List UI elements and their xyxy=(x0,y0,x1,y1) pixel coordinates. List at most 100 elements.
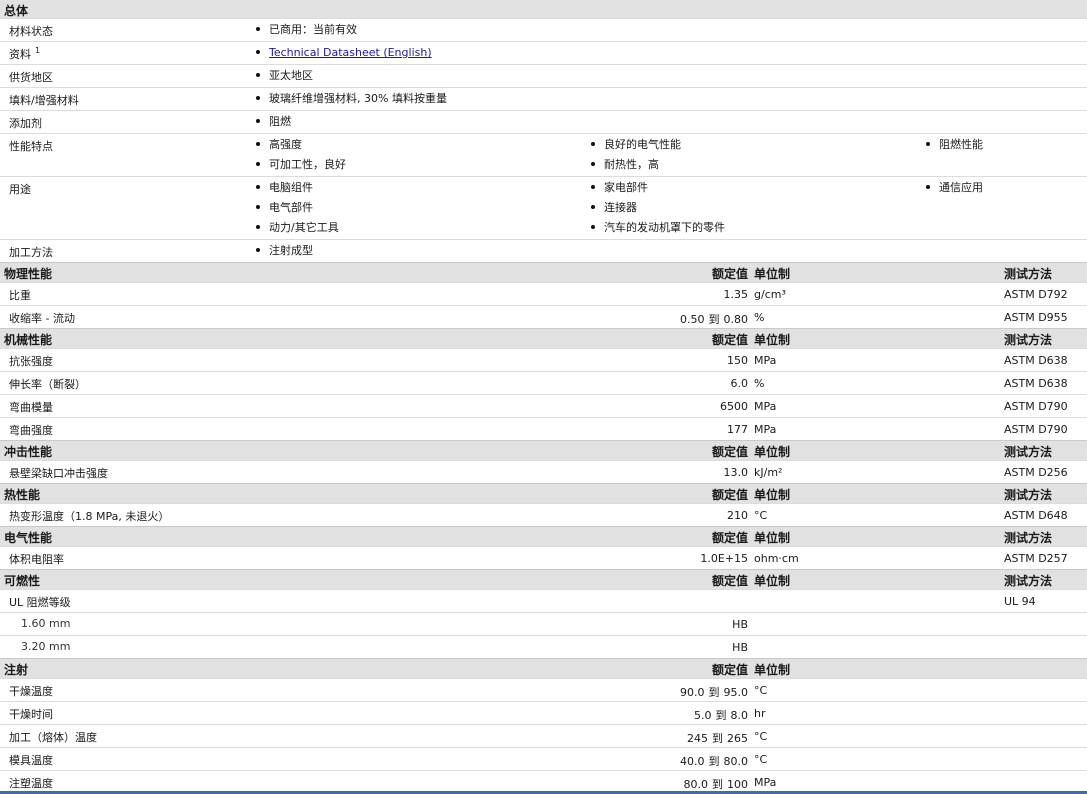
row-label: 供货地区 xyxy=(9,71,53,84)
value-low: 13.0 xyxy=(723,466,749,479)
bullet-text: 通信应用 xyxy=(939,181,983,194)
value-high: 100 xyxy=(727,778,748,791)
bullet-text: 已商用：当前有效 xyxy=(269,23,357,36)
bullet-dot-icon xyxy=(256,50,260,54)
nominal-value: 1.35 xyxy=(724,288,749,301)
property-row: 热变形温度（1.8 MPa, 未退火） 210 °C ASTM D648 xyxy=(0,503,1087,526)
bullet-item: 玻璃纤维增强材料, 30% 填料按重量 xyxy=(256,92,1086,112)
value-low: 1.0E+15 xyxy=(700,552,748,565)
unit-header: 单位制 xyxy=(754,267,791,281)
value-high: 0.80 xyxy=(723,313,749,326)
value-low: 210 xyxy=(727,509,748,522)
bullet-dot-icon xyxy=(256,119,260,123)
property-label: 比重 xyxy=(9,289,31,302)
value-low: 6500 xyxy=(720,400,748,413)
range-word: 到 xyxy=(712,778,723,791)
unit-value: hr xyxy=(754,707,766,720)
method-header: 测试方法 xyxy=(1004,574,1053,588)
property-row: 弯曲模量 6500 MPa ASTM D790 xyxy=(0,394,1087,417)
bullet-dot-icon xyxy=(256,96,260,100)
unit-value: °C xyxy=(754,684,768,697)
value-column: 阻燃性能 xyxy=(926,138,983,158)
test-method: ASTM D638 xyxy=(1004,354,1068,367)
nominal-header: 额定值 xyxy=(711,574,748,588)
bullet-item: Technical Datasheet (English) xyxy=(256,46,1086,66)
nominal-header: 额定值 xyxy=(711,445,748,459)
property-row: 模具温度 40.0 到 80.0 °C xyxy=(0,747,1087,770)
range-word: 到 xyxy=(708,313,720,326)
nominal-value: 0.50 到 0.80 xyxy=(680,311,748,327)
property-row: 3.20 mm HB xyxy=(0,635,1087,658)
value-high: 80.0 xyxy=(723,755,749,768)
bullet-dot-icon xyxy=(926,142,930,146)
unit-header: 单位制 xyxy=(754,531,791,545)
test-method: ASTM D790 xyxy=(1004,423,1068,436)
unit-header: 单位制 xyxy=(754,574,791,588)
nominal-value: 1.0E+15 xyxy=(700,552,748,565)
nominal-value: 13.0 xyxy=(724,466,749,479)
bullet-dot-icon xyxy=(256,73,260,77)
section-title: 注射 xyxy=(4,663,29,677)
bullet-text: 电气部件 xyxy=(269,201,313,214)
footnote-marker: 1 xyxy=(35,46,41,56)
unit-value: % xyxy=(754,377,765,390)
property-row: 体积电阻率 1.0E+15 ohm·cm ASTM D257 xyxy=(0,546,1087,569)
section-title: 电气性能 xyxy=(4,531,53,545)
unit-header: 单位制 xyxy=(754,488,791,502)
general-row: 供货地区 亚太地区 xyxy=(0,64,1087,87)
property-label: 收缩率 - 流动 xyxy=(9,312,75,325)
range-word: 到 xyxy=(708,755,720,768)
datasheet: 总体 材料状态 已商用：当前有效 资料 1 Technical Datasheet (E… xyxy=(0,0,1087,793)
property-label: 干燥时间 xyxy=(9,708,53,721)
property-row: 注塑温度 80.0 到 100 MPa xyxy=(0,770,1087,793)
nominal-value: 80.0 到 100 xyxy=(684,776,749,792)
value-low: 80.0 xyxy=(683,778,709,791)
section-header: 热性能 额定值 单位制 测试方法 xyxy=(0,483,1087,503)
general-row: 填料/增强材料 玻璃纤维增强材料, 30% 填料按重量 xyxy=(0,87,1087,110)
bullet-text: 玻璃纤维增强材料, 30% 填料按重量 xyxy=(269,92,447,105)
property-row: 1.60 mm HB xyxy=(0,612,1087,635)
unit-value: °C xyxy=(754,753,768,766)
value-high: 95.0 xyxy=(723,686,749,699)
property-label: 热变形温度（1.8 MPa, 未退火） xyxy=(9,510,170,523)
section-header: 电气性能 额定值 单位制 测试方法 xyxy=(0,526,1087,546)
bullet-text: 可加工性，良好 xyxy=(269,158,346,171)
property-label: 模具温度 xyxy=(9,754,53,767)
unit-value: °C xyxy=(754,509,768,522)
general-row: 添加剂 阻燃 xyxy=(0,110,1087,133)
unit-value: ohm·cm xyxy=(754,552,799,565)
test-method: ASTM D790 xyxy=(1004,400,1068,413)
value-column: 家电部件 连接器 汽车的发动机罩下的零件 xyxy=(591,181,725,241)
bullet-text: 耐热性，高 xyxy=(604,158,659,171)
row-values: Technical Datasheet (English) xyxy=(256,46,1086,66)
property-label: 干燥温度 xyxy=(9,685,53,698)
nominal-value: HB xyxy=(732,618,748,631)
property-row: 伸长率（断裂） 6.0% ASTM D638 xyxy=(0,371,1087,394)
datasheet-link[interactable]: Technical Datasheet (English) xyxy=(269,46,432,59)
bullet-item: 注射成型 xyxy=(256,244,1086,264)
unit-value: kJ/m² xyxy=(754,466,783,479)
unit-value: °C xyxy=(754,730,768,743)
bullet-dot-icon xyxy=(256,225,260,229)
row-values: 注射成型 xyxy=(256,244,1086,264)
method-header: 测试方法 xyxy=(1004,267,1053,281)
nominal-value: 245 到 265 xyxy=(687,730,748,746)
value-low: HB xyxy=(732,641,748,654)
bullet-item: 良好的电气性能 xyxy=(591,138,681,158)
value-low: HB xyxy=(732,618,748,631)
bullet-item: 亚太地区 xyxy=(256,69,1086,89)
value-column: 电脑组件 电气部件 动力/其它工具 xyxy=(256,181,339,241)
range-word: 到 xyxy=(708,686,720,699)
property-label: 伸长率（断裂） xyxy=(9,378,86,391)
bullet-dot-icon xyxy=(591,162,595,166)
bullet-item: 高强度 xyxy=(256,138,346,158)
nominal-value: 177 xyxy=(727,423,748,436)
method-header: 测试方法 xyxy=(1004,488,1053,502)
nominal-header: 额定值 xyxy=(711,333,748,347)
row-values: 阻燃 xyxy=(256,115,1086,135)
unit-header: 单位制 xyxy=(754,333,791,347)
property-row: 悬壁梁缺口冲击强度 13.0 kJ/m² ASTM D256 xyxy=(0,460,1087,483)
general-row: 性能特点 高强度 可加工性，良好 良好的电气性能 耐热性，高 阻燃性能 xyxy=(0,133,1087,176)
bullet-item: 阻燃 xyxy=(256,115,1086,135)
property-label: 悬壁梁缺口冲击强度 xyxy=(9,467,108,480)
